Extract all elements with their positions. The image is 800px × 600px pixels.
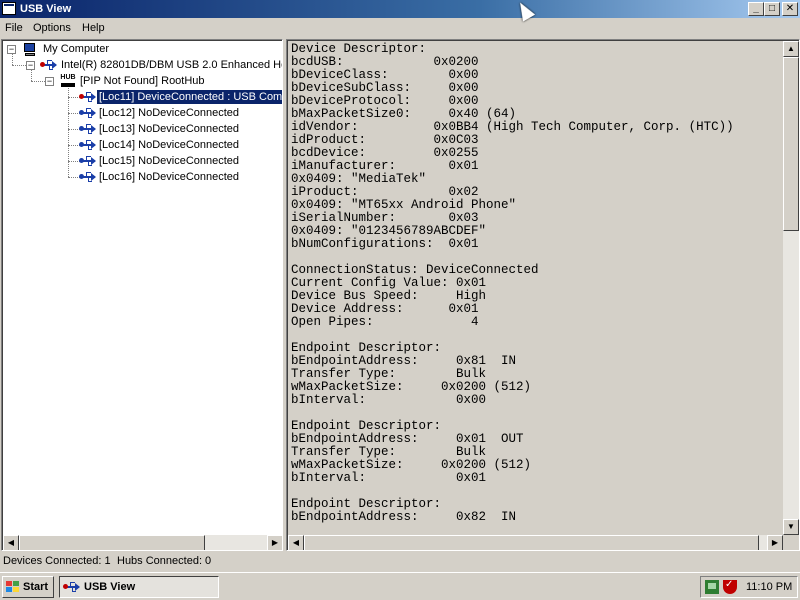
tree-label-port: [Loc13] NoDeviceConnected (99, 123, 240, 135)
app-window-icon (2, 2, 16, 15)
scroll-left-button[interactable]: ◀ (288, 535, 304, 550)
device-descriptor-text: Device Descriptor: bcdUSB: 0x0200 bDeviceC… (291, 43, 784, 524)
status-bar: Devices Connected: 1 Hubs Connected: 0 (0, 553, 800, 572)
close-button[interactable]: ✕ (782, 2, 798, 16)
hub-icon: HUB (60, 74, 76, 89)
scroll-left-button[interactable]: ◀ (3, 535, 19, 550)
device-tree-pane[interactable]: − My Computer − Intel(R) 82801DB/DBM USB… (1, 39, 283, 551)
horizontal-scroll-thumb[interactable] (304, 535, 759, 550)
menu-options[interactable]: Options (33, 22, 71, 34)
menu-help[interactable]: Help (82, 22, 105, 34)
detail-line: bEndpointAddress: 0x82 IN (291, 510, 517, 524)
tree-node-my-computer[interactable]: − My Computer (3, 42, 282, 58)
detail-line: bInterval: 0x00 (291, 393, 487, 407)
collapse-toggle[interactable]: − (45, 77, 54, 86)
collapse-toggle[interactable]: − (26, 61, 35, 70)
scroll-down-button[interactable]: ▼ (783, 519, 799, 535)
usb-icon (79, 90, 96, 105)
detail-line: bInterval: 0x01 (291, 471, 487, 485)
taskbar-usbview-button[interactable]: USB View (59, 576, 219, 598)
vertical-scroll-thumb[interactable] (783, 57, 799, 231)
usb-icon (63, 580, 80, 595)
menu-bar: File Options Help (0, 18, 800, 38)
usb-icon (79, 106, 96, 121)
usb-icon (79, 170, 96, 185)
tree-label-roothub: [PIP Not Found] RootHub (80, 75, 205, 87)
detail-line: Open Pipes: 4 (291, 315, 479, 329)
tree-label-port: [Loc16] NoDeviceConnected (99, 171, 240, 183)
network-icon[interactable] (705, 580, 719, 594)
usb-icon (79, 122, 96, 137)
tree-node-controller[interactable]: − Intel(R) 82801DB/DBM USB 2.0 Enhanced … (3, 58, 283, 74)
tree-label-port: [Loc12] NoDeviceConnected (99, 107, 240, 119)
scroll-right-button[interactable]: ▶ (767, 535, 783, 550)
tree-node-port[interactable]: [Loc11] DeviceConnected : USB Com (3, 89, 282, 106)
tree-label-port: [Loc11] DeviceConnected : USB Com (96, 89, 282, 105)
tree-node-port[interactable]: [Loc16] NoDeviceConnected (3, 170, 282, 186)
tree-node-port[interactable]: [Loc12] NoDeviceConnected (3, 106, 282, 122)
computer-icon (22, 42, 38, 57)
tree-node-roothub[interactable]: − HUB [PIP Not Found] RootHub (3, 74, 282, 90)
usb-icon (40, 58, 57, 73)
tree-node-port[interactable]: [Loc14] NoDeviceConnected (3, 138, 282, 154)
tree-label-controller: Intel(R) 82801DB/DBM USB 2.0 Enhanced Ho (61, 59, 283, 71)
usbview-window: USB View _ □ ✕ File Options Help − My Co… (0, 0, 800, 600)
windows-logo-icon (6, 581, 20, 593)
taskbar-usbview-label: USB View (84, 581, 136, 593)
tree-node-port[interactable]: [Loc15] NoDeviceConnected (3, 154, 282, 170)
status-devices-connected: Devices Connected: 1 (3, 555, 111, 567)
title-bar[interactable]: USB View _ □ ✕ (0, 0, 800, 18)
minimize-button[interactable]: _ (748, 2, 764, 16)
detail-line: bNumConfigurations: 0x01 (291, 237, 479, 251)
usb-icon (79, 138, 96, 153)
taskbar: Start USB View 11:10 PM (0, 572, 800, 600)
window-title: USB View (20, 3, 72, 15)
status-hubs-connected: Hubs Connected: 0 (117, 555, 212, 567)
start-label: Start (23, 581, 49, 593)
security-shield-icon[interactable] (723, 579, 737, 594)
menu-file[interactable]: File (5, 22, 23, 34)
system-tray: 11:10 PM (700, 576, 798, 598)
scroll-right-button[interactable]: ▶ (267, 535, 282, 550)
collapse-toggle[interactable]: − (7, 45, 16, 54)
tree-node-port[interactable]: [Loc13] NoDeviceConnected (3, 122, 282, 138)
scroll-up-button[interactable]: ▲ (783, 41, 799, 57)
usb-icon (79, 154, 96, 169)
tree-label-my-computer: My Computer (43, 43, 110, 55)
start-button[interactable]: Start (2, 576, 54, 598)
tree-label-port: [Loc14] NoDeviceConnected (99, 139, 240, 151)
device-details-pane[interactable]: Device Descriptor: bcdUSB: 0x0200 bDeviceC… (286, 39, 800, 551)
tree-label-port: [Loc15] NoDeviceConnected (99, 155, 240, 167)
horizontal-scroll-thumb[interactable] (19, 535, 205, 550)
clock[interactable]: 11:10 PM (746, 581, 792, 593)
maximize-button[interactable]: □ (764, 2, 780, 16)
